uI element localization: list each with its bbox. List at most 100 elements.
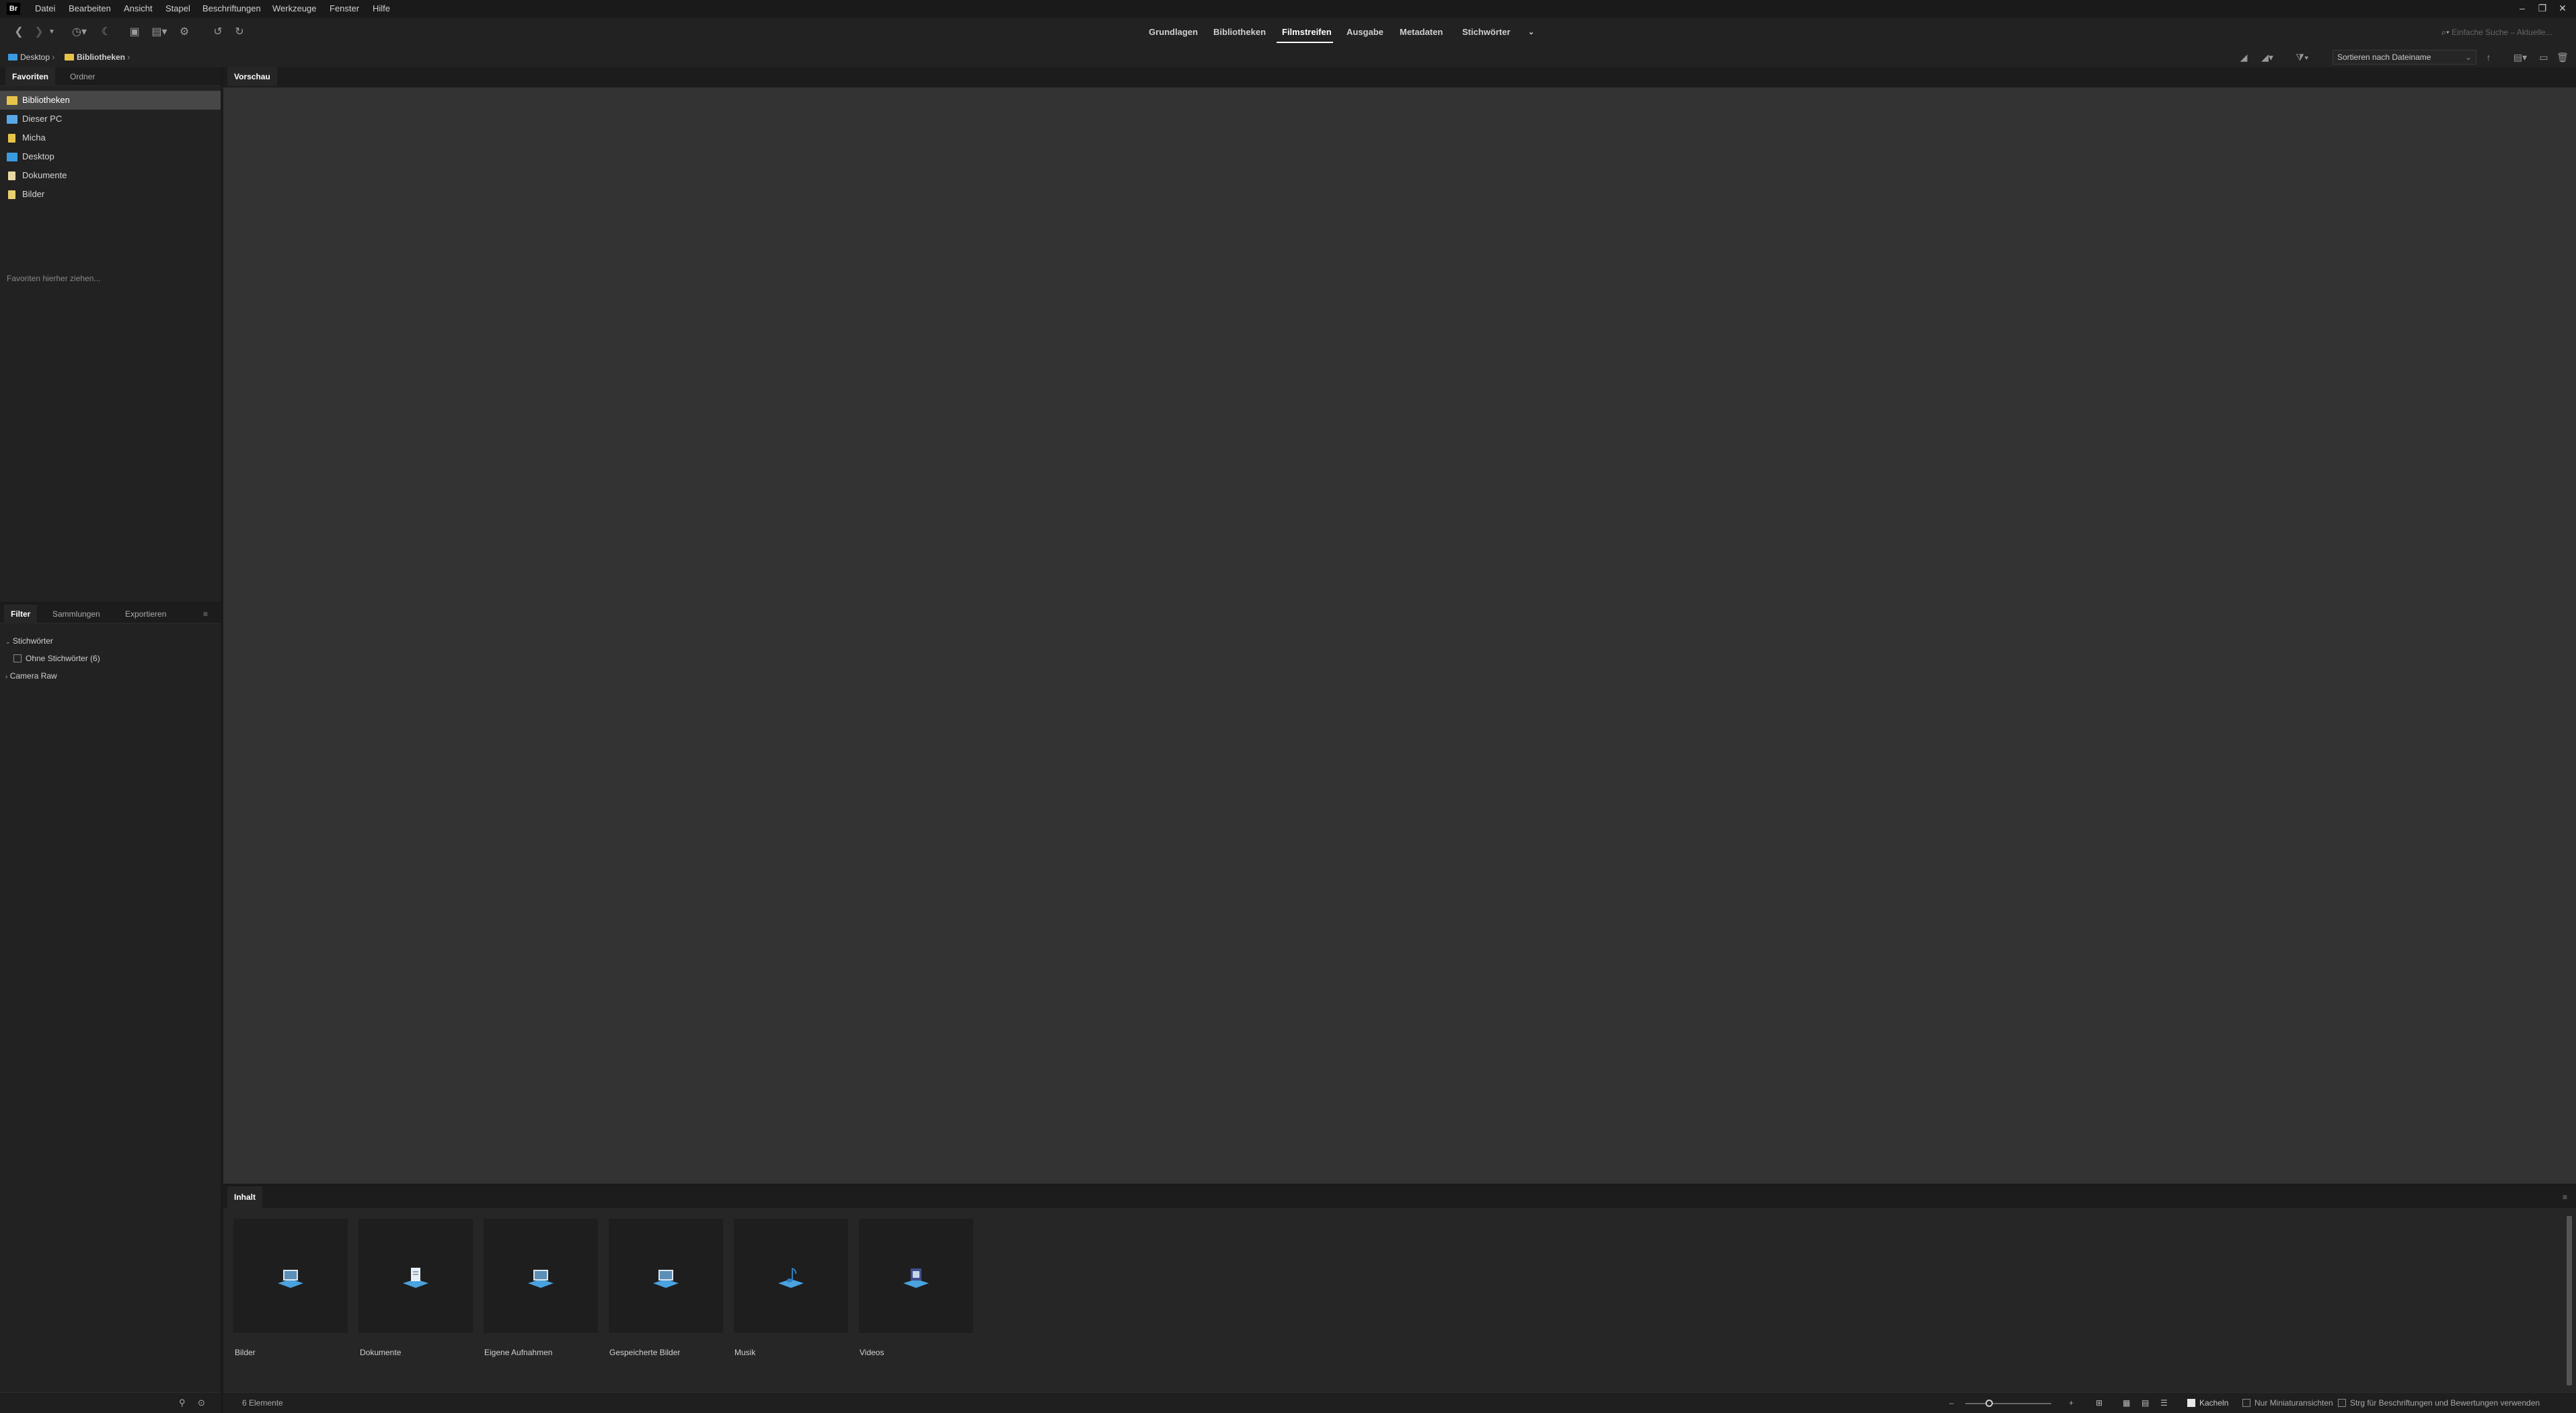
breadcrumb-bibliotheken[interactable]: Bibliotheken ›: [65, 48, 130, 66]
library-folder-icon: [7, 96, 17, 105]
open-in-camera-raw-icon[interactable]: ⚙: [176, 24, 192, 40]
status-bar: 6 Elemente – + ⊞ ▦ ▤ ☰ Kacheln Nur Minia…: [223, 1392, 2576, 1413]
filter-group-stichwoerter[interactable]: ⌄ Stichwörter: [0, 632, 221, 650]
view-thumbnails-icon[interactable]: ▦: [2123, 1393, 2130, 1413]
more-workspaces-icon[interactable]: ⌄: [1528, 26, 1534, 39]
thumbnails-only-option[interactable]: Nur Miniaturansichten: [2242, 1393, 2333, 1413]
user-folder-icon: [8, 134, 15, 143]
panel-menu-icon[interactable]: ≡: [196, 605, 215, 623]
open-recent-icon[interactable]: ▤▾: [2509, 50, 2532, 65]
menu-fenster[interactable]: Fenster: [330, 0, 359, 17]
pictures-library-icon: [278, 1270, 303, 1288]
tab-favoriten[interactable]: Favoriten: [5, 67, 56, 86]
menu-werkzeuge[interactable]: Werkzeuge: [272, 0, 317, 17]
sort-dropdown[interactable]: Sortieren nach Dateiname ⌄: [2333, 50, 2476, 65]
workspace-bibliotheken[interactable]: Bibliotheken: [1213, 26, 1266, 39]
thumbnail-size-slider[interactable]: [1965, 1403, 2051, 1404]
restore-icon[interactable]: ❐: [2532, 1, 2552, 15]
favorite-item-desktop[interactable]: Desktop: [0, 147, 221, 166]
active-workspace-indicator: [1277, 42, 1333, 43]
checkbox[interactable]: [13, 654, 22, 662]
menu-ansicht[interactable]: Ansicht: [124, 0, 153, 17]
panel-menu-icon[interactable]: ≡: [2556, 1186, 2574, 1208]
menu-datei[interactable]: Datei: [35, 0, 55, 17]
checkbox-checked[interactable]: [2187, 1399, 2195, 1407]
zoom-in-icon[interactable]: +: [2069, 1393, 2074, 1413]
menu-hilfe[interactable]: Hilfe: [373, 0, 390, 17]
checkbox[interactable]: [2242, 1399, 2250, 1407]
quality-icon[interactable]: ◢: [2236, 50, 2252, 65]
filter-group-label: Camera Raw: [9, 671, 57, 681]
workspace-grundlagen[interactable]: Grundlagen: [1149, 26, 1198, 39]
content-scrollbar[interactable]: [2567, 1216, 2572, 1385]
filter-item-ohne-stichwoerter[interactable]: Ohne Stichwörter (6): [0, 650, 221, 667]
workspace-ausgabe[interactable]: Ausgabe: [1347, 26, 1384, 39]
tab-filter[interactable]: Filter: [4, 605, 38, 623]
favorite-item-dieser-pc[interactable]: Dieser PC: [0, 110, 221, 128]
slider-handle[interactable]: [1985, 1400, 1993, 1407]
workspace-filmstreifen[interactable]: Filmstreifen: [1282, 26, 1332, 39]
camera-roll-library-icon: [528, 1270, 554, 1288]
view-list-icon[interactable]: ☰: [2160, 1393, 2168, 1413]
search-box[interactable]: ⌕▾ Einfache Suche – Aktuelle...: [2441, 25, 2573, 40]
grid-lock-icon[interactable]: ⊞: [2096, 1393, 2103, 1413]
content-tabbar: Inhalt ≡: [223, 1186, 2576, 1208]
content-tile-videos[interactable]: [859, 1219, 973, 1333]
left-panel-splitter[interactable]: [0, 602, 221, 605]
content-tile-bilder[interactable]: [233, 1219, 348, 1333]
menu-beschriftungen[interactable]: Beschriftungen: [202, 0, 261, 17]
chevron-down-icon[interactable]: ▼: [47, 24, 56, 40]
sort-ascending-icon[interactable]: ↑: [2480, 50, 2497, 65]
workspace-stichwoerter[interactable]: Stichwörter: [1462, 26, 1511, 39]
tile-label: Eigene Aufnahmen: [484, 1348, 553, 1357]
tab-vorschau[interactable]: Vorschau: [227, 67, 277, 86]
tab-exportieren[interactable]: Exportieren: [118, 605, 173, 623]
documents-folder-icon: [8, 171, 15, 180]
rotate-left-icon[interactable]: ↺: [210, 24, 226, 40]
view-details-icon[interactable]: ▤: [2142, 1393, 2149, 1413]
pin-icon[interactable]: ⚲: [179, 1398, 186, 1408]
toolbar: ❮ ❯ ▼ ◷▾ ☾ ▣ ▤▾ ⚙ ↺ ↻ Grundlagen Bibliot…: [0, 17, 2576, 47]
favorite-item-bilder[interactable]: Bilder: [0, 185, 221, 204]
breadcrumb-desktop[interactable]: Desktop ›: [8, 48, 54, 66]
content-tile-gespeicherte-bilder[interactable]: [609, 1219, 723, 1333]
content-tile-dokumente[interactable]: [358, 1219, 473, 1333]
favorite-item-bibliotheken[interactable]: Bibliotheken: [0, 91, 221, 110]
tab-inhalt[interactable]: Inhalt: [227, 1186, 262, 1208]
reveal-icon[interactable]: ☾: [98, 24, 114, 40]
chevron-down-icon: ⌄: [5, 638, 11, 645]
rotate-right-icon[interactable]: ↻: [231, 24, 248, 40]
close-icon[interactable]: ✕: [2552, 1, 2573, 15]
rating-filter-icon[interactable]: ◢▾: [2256, 50, 2279, 65]
refine-icon[interactable]: ▤▾: [147, 24, 172, 40]
tile-label: Videos: [860, 1348, 884, 1357]
computer-icon: [7, 115, 17, 124]
checkbox[interactable]: [2338, 1399, 2346, 1407]
tiles-option[interactable]: Kacheln: [2187, 1393, 2228, 1413]
tile-label: Bilder: [235, 1348, 256, 1357]
favorite-item-dokumente[interactable]: Dokumente: [0, 166, 221, 185]
recent-files-icon[interactable]: ◷▾: [67, 24, 91, 40]
delete-icon[interactable]: 🗑: [2554, 50, 2571, 65]
documents-library-icon: [403, 1268, 428, 1288]
content-tile-eigene-aufnahmen[interactable]: [484, 1219, 598, 1333]
tab-ordner[interactable]: Ordner: [63, 67, 102, 86]
workspace-metadaten[interactable]: Metadaten: [1400, 26, 1443, 39]
favorite-item-micha[interactable]: Micha: [0, 128, 221, 147]
content-tile-musik[interactable]: [734, 1219, 848, 1333]
zoom-out-icon[interactable]: –: [1949, 1393, 1954, 1413]
forward-icon[interactable]: ❯: [31, 24, 47, 40]
minimize-icon[interactable]: –: [2512, 1, 2532, 15]
filter-group-camera-raw[interactable]: › Camera Raw: [0, 667, 221, 685]
ctrl-hint-option[interactable]: Strg für Beschriftungen und Bewertungen …: [2338, 1393, 2540, 1413]
camera-download-icon[interactable]: ▣: [126, 24, 143, 40]
filter-items-icon[interactable]: ⧩▾: [2291, 50, 2314, 65]
settings-icon[interactable]: ⊙: [198, 1398, 205, 1408]
new-folder-icon[interactable]: ▭: [2536, 50, 2552, 65]
menu-stapel[interactable]: Stapel: [165, 0, 190, 17]
tile-label: Musik: [734, 1348, 756, 1357]
tiles-label: Kacheln: [2199, 1398, 2229, 1408]
tab-sammlungen[interactable]: Sammlungen: [46, 605, 107, 623]
menu-bearbeiten[interactable]: Bearbeiten: [69, 0, 111, 17]
back-icon[interactable]: ❮: [11, 24, 27, 40]
